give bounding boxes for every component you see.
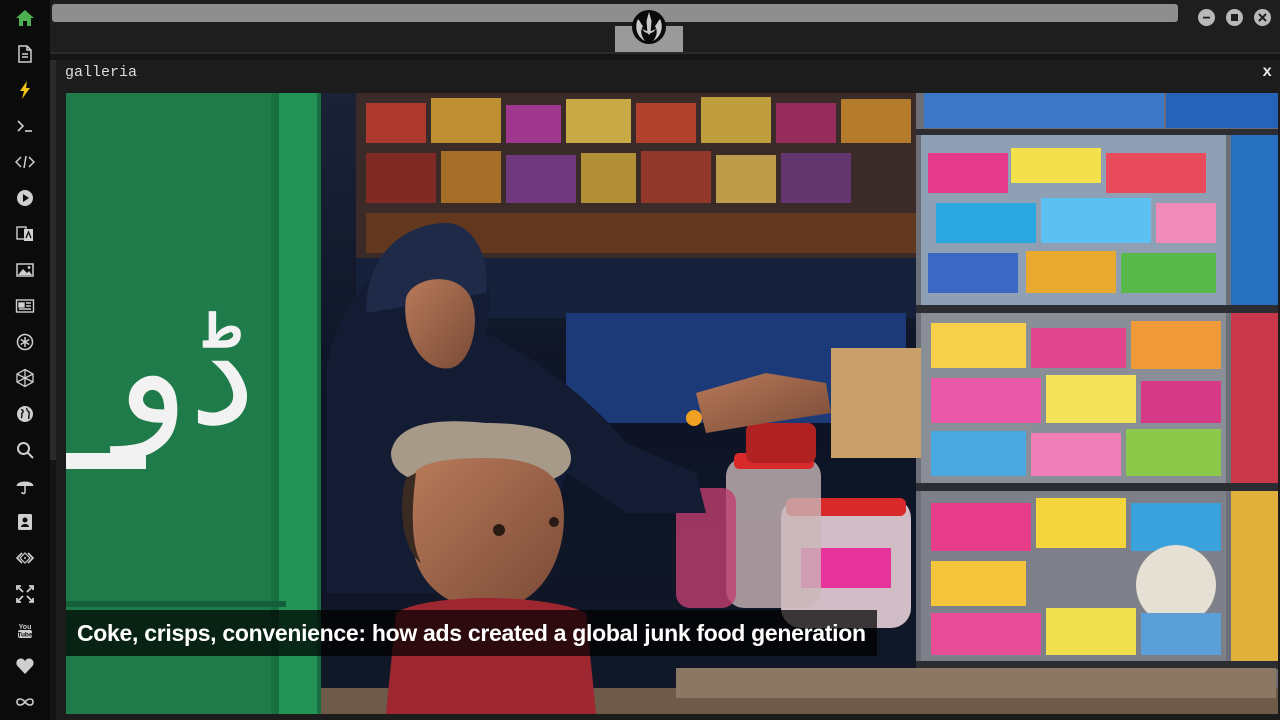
hexagon-icon[interactable] (13, 366, 37, 390)
youtube-icon[interactable]: You Tube (13, 618, 37, 642)
maximize-icon[interactable] (1226, 9, 1243, 26)
infinity-icon[interactable] (13, 690, 37, 714)
terminal-icon[interactable] (13, 114, 37, 138)
rebel-alliance-icon (631, 9, 667, 45)
fullscreen-icon[interactable] (13, 582, 37, 606)
document-icon[interactable] (13, 42, 37, 66)
newspaper-icon[interactable] (13, 294, 37, 318)
svg-text:You: You (19, 624, 32, 631)
heart-icon[interactable] (13, 654, 37, 678)
window-close-button[interactable]: x (1262, 63, 1272, 81)
minimize-icon[interactable] (1198, 9, 1215, 26)
top-bar (50, 0, 1280, 54)
sidebar: You Tube (0, 0, 50, 720)
globe-icon[interactable] (13, 402, 37, 426)
play-icon[interactable] (13, 186, 37, 210)
window-title: galleria (65, 64, 138, 81)
settings-icon[interactable] (13, 330, 37, 354)
galleria-window: galleria x ڈو Coke, crisps, convenience:… (56, 60, 1280, 720)
url-input[interactable] (52, 4, 1178, 22)
image-icon[interactable] (13, 258, 37, 282)
umbrella-icon[interactable] (13, 474, 37, 498)
code-icon[interactable] (13, 150, 37, 174)
lightning-icon[interactable] (13, 78, 37, 102)
close-icon[interactable] (1254, 9, 1271, 26)
gallery-caption[interactable]: Coke, crisps, convenience: how ads creat… (66, 610, 877, 656)
home-icon[interactable] (13, 6, 37, 30)
sign-text: ڈو (109, 285, 255, 460)
translate-icon[interactable] (13, 222, 37, 246)
contact-icon[interactable] (13, 510, 37, 534)
embed-icon[interactable] (13, 546, 37, 570)
svg-text:Tube: Tube (17, 632, 32, 639)
search-icon[interactable] (13, 438, 37, 462)
